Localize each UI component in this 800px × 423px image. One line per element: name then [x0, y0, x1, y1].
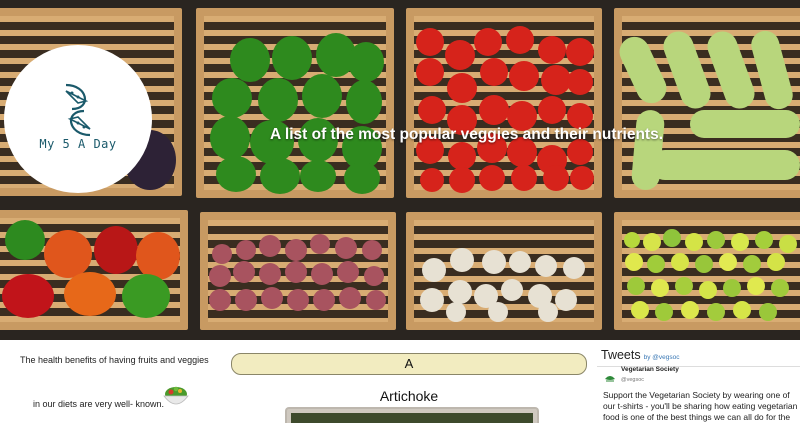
site-logo[interactable]: My 5 A Day — [4, 45, 152, 193]
veggie-list: A Artichoke — [230, 340, 588, 423]
tweets-title: Tweets — [601, 348, 641, 362]
avatar[interactable] — [603, 372, 617, 386]
item-image — [285, 407, 539, 423]
letter-header[interactable]: A — [231, 353, 587, 375]
intro-column: The health benefits of having fruits and… — [0, 340, 220, 419]
logo-text: My 5 A Day — [39, 137, 117, 151]
item-title[interactable]: Artichoke — [230, 388, 588, 404]
salad-bowl-icon — [163, 386, 189, 405]
tweet-author[interactable]: Vegetarian Society — [621, 366, 679, 373]
hero-tagline: A list of the most popular veggies and t… — [270, 126, 663, 143]
tweets-widget: Tweets by @vegsoc Vegetarian Society @veg… — [597, 340, 800, 422]
tweet-text: Support the Vegetarian Society by wearin… — [603, 390, 798, 422]
hero-banner: My 5 A Day A list of the most popular ve… — [0, 0, 800, 340]
intro-line-2: in our diets are very well- known. — [33, 399, 165, 409]
watermelon-slice-icon — [65, 83, 91, 137]
tweet-handle[interactable]: @vegsoc — [621, 377, 644, 383]
intro-line-1: The health benefits of having fruits and… — [20, 355, 209, 365]
tweets-by-link[interactable]: by @vegsoc — [644, 354, 680, 361]
tweets-header: Tweets by @vegsoc — [601, 348, 679, 362]
